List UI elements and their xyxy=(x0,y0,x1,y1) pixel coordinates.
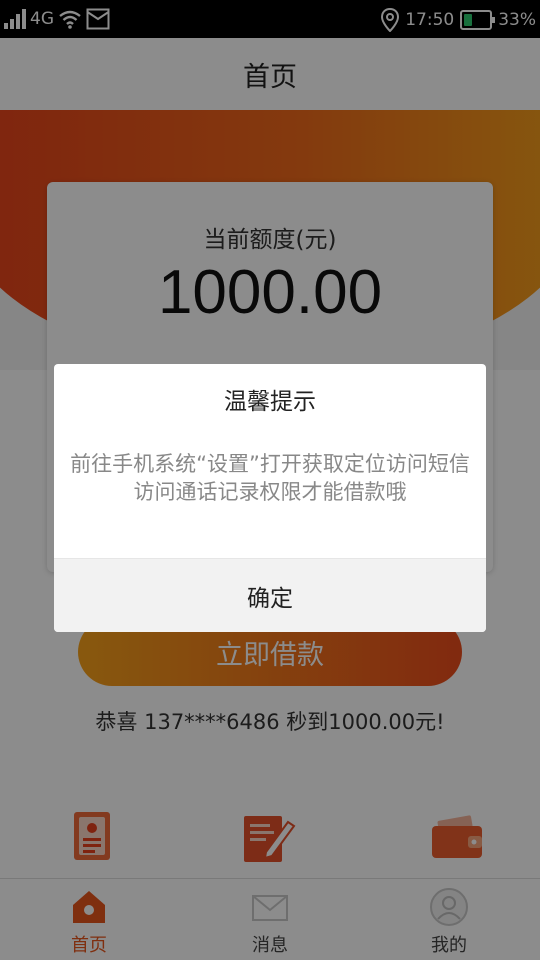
dialog-ok-button[interactable]: 确定 xyxy=(54,558,486,632)
dialog-message: 前往手机系统“设置”打开获取定位访问短信访问通话记录权限才能借款哦 xyxy=(70,452,470,504)
dialog-title: 温馨提示 xyxy=(224,389,316,415)
permission-dialog: 温馨提示 前往手机系统“设置”打开获取定位访问短信访问通话记录权限才能借款哦 确… xyxy=(54,364,486,632)
